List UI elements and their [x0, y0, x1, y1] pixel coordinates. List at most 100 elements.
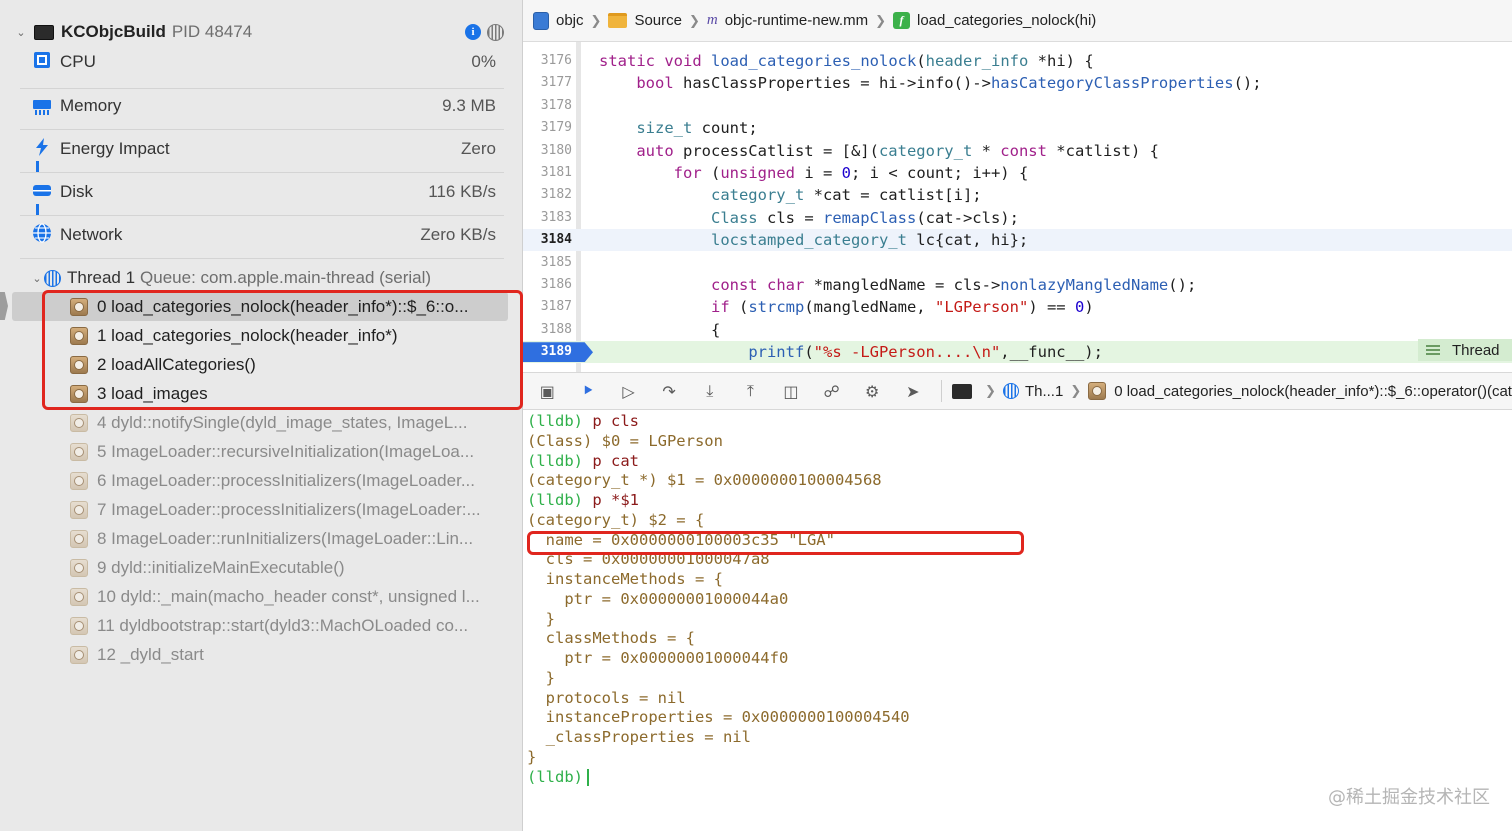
info-icon[interactable]: i — [465, 24, 481, 40]
stack-frame-10[interactable]: 10 dyld::_main(macho_header const*, unsi… — [0, 582, 522, 611]
crumb-folder[interactable]: Source — [608, 12, 682, 29]
gauge-energy[interactable]: Energy Impact Zero — [20, 131, 504, 173]
stack-frame-4[interactable]: 4 dyld::notifySingle(dyld_image_states, … — [0, 408, 522, 437]
stack-frame-3[interactable]: 3 load_images — [0, 379, 522, 408]
gauge-disk[interactable]: Disk 116 KB/s — [20, 174, 504, 216]
stack-frame-9[interactable]: 9 dyld::initializeMainExecutable() — [0, 553, 522, 582]
line-number: 3189 — [540, 344, 572, 360]
thread-badge[interactable]: Thread — [1418, 339, 1512, 361]
simulate-location-icon[interactable]: ➤ — [900, 380, 925, 402]
source-editor[interactable]: 3176 static void load_categories_nolock(h… — [523, 42, 1512, 372]
frame-label: 9 dyld::initializeMainExecutable() — [97, 557, 345, 577]
process-name: KCObjcBuild — [61, 22, 166, 41]
thread-queue: Queue: com.apple.main-thread (serial) — [140, 268, 432, 287]
frame-icon — [70, 442, 88, 461]
step-out-icon[interactable]: ⤒ — [738, 380, 763, 402]
crumb-label: objc-runtime-new.mm — [724, 12, 869, 29]
text-cursor[interactable] — [587, 768, 589, 786]
code-line[interactable]: 3177 bool hasClassProperties = hi->info(… — [523, 72, 1512, 94]
watermark: @稀土掘金技术社区 — [1328, 787, 1490, 808]
crumb-file[interactable]: m objc-runtime-new.mm — [707, 12, 868, 29]
console-output-line: (category_t *) $1 = 0x0000000100004568 — [527, 470, 882, 490]
environment-overrides-icon[interactable]: ⚙ — [860, 380, 885, 402]
code-line[interactable]: 3182 category_t *cat = catlist[i]; — [523, 184, 1512, 206]
frame-icon — [70, 355, 88, 374]
lldb-prompt: (lldb) — [527, 451, 583, 470]
view-hierarchy-icon[interactable]: ◫ — [779, 380, 804, 402]
gauge-label: CPU — [60, 52, 96, 71]
code-text: auto processCatlist = [&](category_t * c… — [636, 141, 1159, 160]
code-line[interactable]: 3176 static void load_categories_nolock(h… — [523, 50, 1512, 72]
step-into-icon[interactable]: ⤓ — [697, 380, 722, 402]
debug-crumb-thread[interactable]: Th...1 — [1002, 383, 1063, 400]
debug-crumb-frame[interactable]: 0 load_categories_nolock(header_info*)::… — [1088, 382, 1512, 400]
console-command-line: (lldb) p *$1 — [527, 490, 639, 510]
console-output-line: instanceMethods = { — [527, 569, 723, 589]
gauge-value: 9.3 MB — [442, 96, 496, 115]
breakpoints-toggle-icon[interactable]: ⯈ — [576, 380, 601, 402]
code-text: static void load_categories_nolock(heade… — [599, 52, 1094, 70]
code-line[interactable]: 3186 const char *mangledName = cls->nonl… — [523, 274, 1512, 296]
line-number: 3178 — [540, 97, 572, 113]
stack-frame-12[interactable]: 12 _dyld_start — [0, 640, 522, 669]
crumb-function[interactable]: f load_categories_nolock(hi) — [893, 12, 1096, 29]
stack-frame-1[interactable]: 1 load_categories_nolock(header_info*) — [0, 321, 522, 350]
threads-icon[interactable] — [487, 23, 504, 41]
stack-frame-0[interactable]: 0 load_categories_nolock(header_info*)::… — [12, 292, 508, 321]
stack-frame-2[interactable]: 2 loadAllCategories() — [0, 350, 522, 379]
code-line[interactable]: 3178 — [523, 95, 1512, 117]
frame-icon — [70, 471, 88, 490]
stack-frame-6[interactable]: 6 ImageLoader::processInitializers(Image… — [0, 466, 522, 495]
chevron-down-icon[interactable]: ⌄ — [30, 272, 44, 285]
code-line[interactable]: 3188 { — [523, 319, 1512, 341]
stack-frame-11[interactable]: 11 dyldbootstrap::start(dyld3::MachOLoad… — [0, 611, 522, 640]
frame-label: 4 dyld::notifySingle(dyld_image_states, … — [97, 412, 468, 432]
hide-debug-area-icon[interactable]: ▣ — [535, 380, 560, 402]
console-command-line: (lldb) p cls — [527, 411, 639, 431]
gauge-value: 116 KB/s — [428, 182, 496, 201]
line-number: 3184 — [540, 232, 572, 248]
frame-label: 11 dyldbootstrap::start(dyld3::MachOLoad… — [97, 615, 469, 635]
lldb-output: (Class) $0 = LGPerson — [527, 431, 723, 450]
code-text: const char *mangledName = cls->nonlazyMa… — [710, 276, 1197, 294]
disk-level-bar — [36, 204, 39, 215]
code-line[interactable]: 3185 — [523, 252, 1512, 274]
lldb-console[interactable]: (lldb) p cls (Class) $0 = LGPerson (lldb) … — [523, 410, 1512, 831]
stack-frame-5[interactable]: 5 ImageLoader::recursiveInitialization(I… — [0, 437, 522, 466]
continue-icon[interactable]: ▷ — [616, 380, 641, 402]
gauge-cpu[interactable]: CPU 0% — [20, 44, 504, 84]
console-output-line: ptr = 0x00000001000044f0 — [527, 648, 788, 668]
code-text: category_t *cat = catlist[i]; — [710, 186, 982, 205]
lldb-output: classMethods = { — [527, 629, 695, 648]
code-line[interactable]: 3179 size_t count; — [523, 117, 1512, 139]
step-over-icon[interactable]: ↷ — [657, 380, 682, 402]
stack-frame-8[interactable]: 8 ImageLoader::runInitializers(ImageLoad… — [0, 524, 522, 553]
chevron-right-icon: ❯ — [985, 383, 996, 398]
code-line[interactable]: 3187 if (strcmp(mangledName, "LGPerson")… — [523, 296, 1512, 318]
code-line[interactable]: 3183 Class cls = remapClass(cat->cls); — [523, 207, 1512, 229]
lldb-output: _classProperties = nil — [527, 728, 751, 746]
stack-frame-7[interactable]: 7 ImageLoader::processInitializers(Image… — [0, 495, 522, 524]
frame-icon — [70, 587, 88, 606]
function-icon: f — [893, 12, 910, 29]
thread-row[interactable]: ⌄ Thread 1 Queue: com.apple.main-thread … — [30, 266, 510, 290]
memory-graph-icon[interactable]: ☍ — [819, 380, 844, 402]
console-output-line: classMethods = { — [527, 628, 695, 648]
debug-crumb-process[interactable] — [952, 383, 978, 399]
chevron-down-icon[interactable]: ⌄ — [14, 26, 28, 39]
console-output-line: _classProperties = nil — [527, 727, 751, 747]
code-text: { — [599, 320, 721, 339]
code-line[interactable]: 3189 printf("%s -LGPerson....\n",__func_… — [523, 341, 1512, 364]
crumb-label: load_categories_nolock(hi) — [917, 12, 1097, 29]
code-line[interactable]: 3181 for (unsigned i = 0; i < count; i++… — [523, 162, 1512, 184]
jump-bar: objc ❯ Source ❯ m objc-runtime-new.mm ❯ f… — [523, 0, 1512, 42]
crumb-project[interactable]: objc — [533, 11, 584, 30]
code-line[interactable]: 3184 locstamped_category_t lc{cat, hi}; — [523, 229, 1512, 252]
code-line[interactable]: 3180 auto processCatlist = [&](category_… — [523, 140, 1512, 162]
process-header[interactable]: ⌄ KCObjcBuild PID 48474 i — [14, 20, 504, 44]
gauge-network[interactable]: Network Zero KB/s — [20, 217, 504, 259]
gauge-memory[interactable]: Memory 9.3 MB — [20, 88, 504, 130]
console-output-line: (category_t) $2 = { — [527, 510, 704, 530]
lldb-output: } — [527, 609, 555, 628]
frame-icon — [70, 616, 88, 635]
